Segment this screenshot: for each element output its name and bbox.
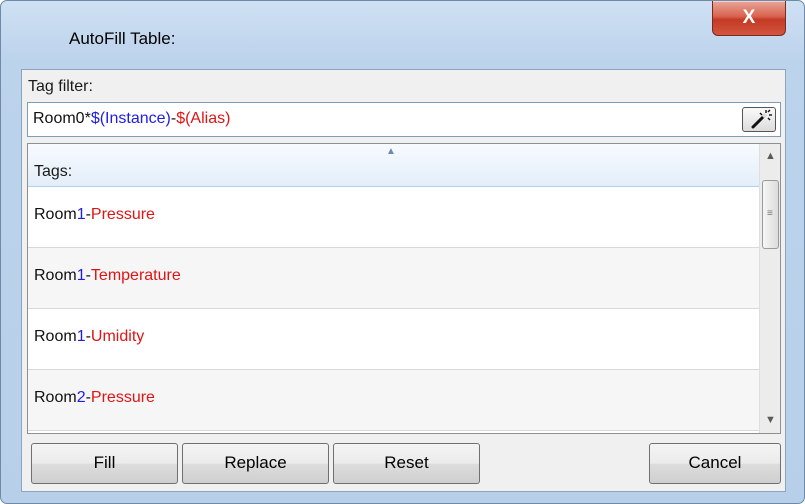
tags-header-label: Tags: (34, 163, 73, 180)
tag-name: Room1-Umidity (34, 328, 145, 345)
list-item[interactable]: Room1-Pressure (28, 187, 759, 248)
title-bar: AutoFill Table: X (1, 1, 804, 69)
cancel-button[interactable]: Cancel (649, 443, 781, 484)
tag-name: Room2-Pressure (34, 389, 155, 406)
tag-name: Room1-Pressure (34, 206, 155, 223)
autofill-dialog: AutoFill Table: X Tag filter: Room0*$(In… (0, 0, 805, 504)
tag-filter-input[interactable]: Room0*$(Instance)-$(Alias) (27, 102, 781, 137)
sort-ascending-icon: ▲ (386, 146, 396, 157)
magic-wand-icon (751, 109, 772, 129)
dialog-body: Tag filter: Room0*$(Instance)-$(Alias) ▲… (21, 69, 786, 492)
reset-button[interactable]: Reset (333, 443, 480, 484)
list-item[interactable]: Room2-Pressure (28, 370, 759, 431)
tag-name: Room1-Temperature (34, 267, 181, 284)
magic-wand-button[interactable] (742, 107, 776, 132)
scroll-up-arrow-icon[interactable]: ▲ (760, 146, 780, 166)
grip-icon: ≡ (767, 208, 773, 219)
dialog-title: AutoFill Table: (69, 29, 176, 48)
list-item[interactable]: Room1-Temperature (28, 248, 759, 309)
tag-filter-label: Tag filter: (28, 78, 93, 95)
fill-button[interactable]: Fill (31, 443, 178, 484)
tags-list[interactable]: ▲ Tags: Room1-Pressure Room1-Temperature… (27, 143, 781, 434)
close-button[interactable]: X (712, 1, 786, 36)
list-item[interactable]: Room1-Umidity (28, 309, 759, 370)
replace-button[interactable]: Replace (182, 443, 329, 484)
tags-column-header[interactable]: ▲ Tags: (28, 144, 759, 187)
tag-filter-value: Room0*$(Instance)-$(Alias) (33, 110, 231, 127)
vertical-scrollbar[interactable]: ▲ ≡ ▼ (759, 144, 780, 433)
scroll-down-arrow-icon[interactable]: ▼ (760, 410, 780, 430)
scrollbar-thumb[interactable]: ≡ (762, 180, 779, 249)
